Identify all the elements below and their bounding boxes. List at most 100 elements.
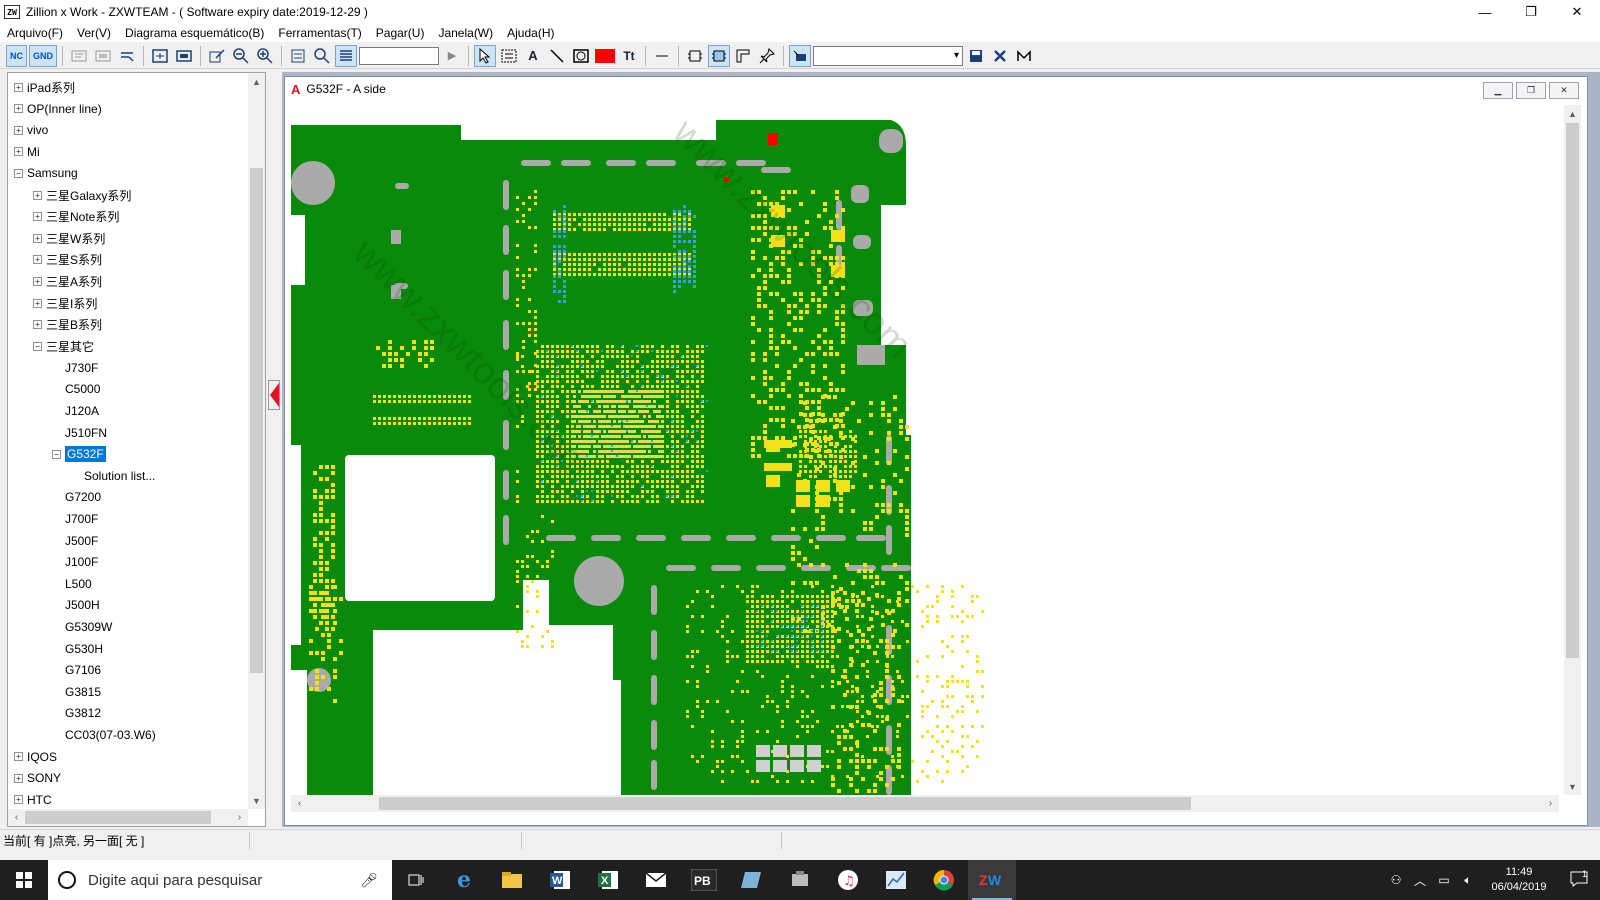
tree-item[interactable]: G5309W xyxy=(52,617,112,637)
chart-app-icon[interactable] xyxy=(872,860,920,900)
menu-pagar[interactable]: Pagar(U) xyxy=(369,26,432,40)
menu-ajuda[interactable]: Ajuda(H) xyxy=(500,26,561,40)
microphone-icon[interactable]: 🎤︎ xyxy=(360,872,378,889)
tree-item[interactable]: − G532F xyxy=(52,444,106,464)
edit-icon[interactable] xyxy=(206,45,228,67)
tree-hscroll-thumb[interactable] xyxy=(25,811,211,824)
gray-app-icon[interactable] xyxy=(776,860,824,900)
expand-icon[interactable]: + xyxy=(33,320,42,330)
search-icon[interactable] xyxy=(311,45,333,67)
expand-icon[interactable]: + xyxy=(33,233,42,243)
tree-item[interactable]: + 三星Galaxy系列 xyxy=(33,185,131,205)
tree-item[interactable]: − 三星其它 xyxy=(33,336,94,356)
zxw-app-icon[interactable]: ZW xyxy=(968,860,1016,900)
scroll-up-icon[interactable]: ▲ xyxy=(248,73,265,90)
chip-view-icon[interactable] xyxy=(684,45,706,67)
text-size-icon[interactable]: Tt xyxy=(618,45,640,67)
menu-janela[interactable]: Janela(W) xyxy=(431,26,500,40)
tree-item[interactable]: L500 xyxy=(52,574,92,594)
scroll-down-icon[interactable]: ▼ xyxy=(248,792,265,809)
tree-item[interactable]: + 三星I系列 xyxy=(33,293,97,313)
tree-item[interactable]: CC03(07-03.W6) xyxy=(52,725,156,745)
tree-item[interactable]: + Mi xyxy=(14,142,40,162)
word-icon[interactable]: W xyxy=(536,860,584,900)
collapse-icon[interactable]: − xyxy=(52,449,61,459)
expand-icon[interactable]: + xyxy=(33,212,42,222)
canvas-vertical-scrollbar[interactable]: ▲ ▼ xyxy=(1564,105,1581,795)
expand-icon[interactable]: + xyxy=(14,82,23,92)
tree-item[interactable]: Solution list... xyxy=(71,466,155,486)
board-icon-2[interactable] xyxy=(92,45,114,67)
canvas-horizontal-scrollbar[interactable]: ‹ › xyxy=(291,795,1559,812)
tree-item[interactable]: C5000 xyxy=(52,379,100,399)
board-icon-1[interactable] xyxy=(68,45,90,67)
tree-item[interactable]: G7106 xyxy=(52,660,101,680)
scroll-left-icon[interactable]: ‹ xyxy=(8,809,25,826)
child-minimize-button[interactable]: ▁ xyxy=(1483,82,1513,99)
tree-item[interactable]: G3815 xyxy=(52,682,101,702)
collapse-icon[interactable]: − xyxy=(14,168,23,178)
scroll-right-icon[interactable]: › xyxy=(1542,795,1559,812)
clock[interactable]: 11:49 06/04/2019 xyxy=(1480,865,1558,895)
layer-combo[interactable]: ▾ xyxy=(813,45,963,66)
tree-item[interactable]: G530H xyxy=(52,639,103,659)
expand-icon[interactable]: + xyxy=(14,752,23,762)
tree-item[interactable]: J500H xyxy=(52,595,100,615)
volume-icon[interactable]: 🔈︎ xyxy=(1456,873,1480,888)
tree-item[interactable]: J510FN xyxy=(52,423,107,443)
network-icon[interactable]: ▭ xyxy=(1432,873,1456,887)
chrome-icon[interactable] xyxy=(920,860,968,900)
minimize-button[interactable]: — xyxy=(1462,0,1508,24)
blue-app-icon[interactable] xyxy=(728,860,776,900)
expand-icon[interactable]: + xyxy=(33,190,42,200)
tree-item[interactable]: + 三星A系列 xyxy=(33,271,102,291)
tree-item[interactable]: J120A xyxy=(52,401,99,421)
scroll-right-icon[interactable]: › xyxy=(231,809,248,826)
tree-item[interactable]: J100F xyxy=(52,552,98,572)
minus-icon[interactable] xyxy=(651,45,673,67)
tree-item[interactable]: + vivo xyxy=(14,120,48,140)
file-explorer-icon[interactable] xyxy=(488,860,536,900)
tree-item[interactable]: + 三星B系列 xyxy=(33,315,102,335)
select-area-icon[interactable] xyxy=(498,45,520,67)
tree-item[interactable]: J730F xyxy=(52,358,98,378)
excel-icon[interactable]: X xyxy=(584,860,632,900)
child-restore-button[interactable]: ❐ xyxy=(1516,82,1546,99)
expand-icon[interactable]: + xyxy=(33,276,42,286)
pin-icon[interactable] xyxy=(756,45,778,67)
collapse-icon[interactable]: − xyxy=(33,341,42,351)
tree-item[interactable]: + IQOS xyxy=(14,747,57,767)
scroll-left-icon[interactable]: ‹ xyxy=(291,795,308,812)
text-tool-icon[interactable]: A xyxy=(522,45,544,67)
panel-splitter[interactable] xyxy=(267,72,281,827)
close-button[interactable]: ✕ xyxy=(1554,0,1600,24)
tree-item[interactable]: + OP(Inner line) xyxy=(14,99,102,119)
notification-icon[interactable]: 1 xyxy=(1558,869,1600,890)
itunes-icon[interactable]: ♫ xyxy=(824,860,872,900)
play-icon[interactable]: ▶ xyxy=(441,45,463,67)
scroll-down-icon[interactable]: ▼ xyxy=(1564,778,1581,795)
shape-tool-icon[interactable] xyxy=(570,45,592,67)
tree-scroll-thumb[interactable] xyxy=(250,168,263,673)
menu-arquivo[interactable]: Arquivo(F) xyxy=(0,26,70,40)
fit-view-icon[interactable] xyxy=(149,45,171,67)
canvas-hscroll-thumb[interactable] xyxy=(379,797,1191,810)
show-hidden-icons[interactable]: ︿ xyxy=(1408,872,1432,889)
tree-item[interactable]: + SONY xyxy=(14,768,61,788)
pcb-canvas[interactable]: www.zxwtools.com www.zxwtools.com xyxy=(291,105,1559,795)
expand-icon[interactable]: + xyxy=(14,773,23,783)
search-input[interactable] xyxy=(359,46,439,65)
expand-icon[interactable]: + xyxy=(14,104,23,114)
zoom-out-icon[interactable] xyxy=(230,45,252,67)
tree-item[interactable]: + iPad系列 xyxy=(14,77,75,97)
gnd-button[interactable]: GND xyxy=(29,44,57,67)
zoom-in-icon[interactable] xyxy=(254,45,276,67)
task-view-icon[interactable] xyxy=(392,860,440,900)
delete-icon[interactable] xyxy=(989,45,1011,67)
color-picker-button[interactable] xyxy=(594,45,616,67)
pointer-icon[interactable] xyxy=(474,44,496,67)
menu-diagrama[interactable]: Diagrama esquemático(B) xyxy=(118,26,271,40)
tree-item[interactable]: J500F xyxy=(52,531,98,551)
tree-item[interactable]: − Samsung xyxy=(14,163,78,183)
expand-icon[interactable]: + xyxy=(14,125,23,135)
